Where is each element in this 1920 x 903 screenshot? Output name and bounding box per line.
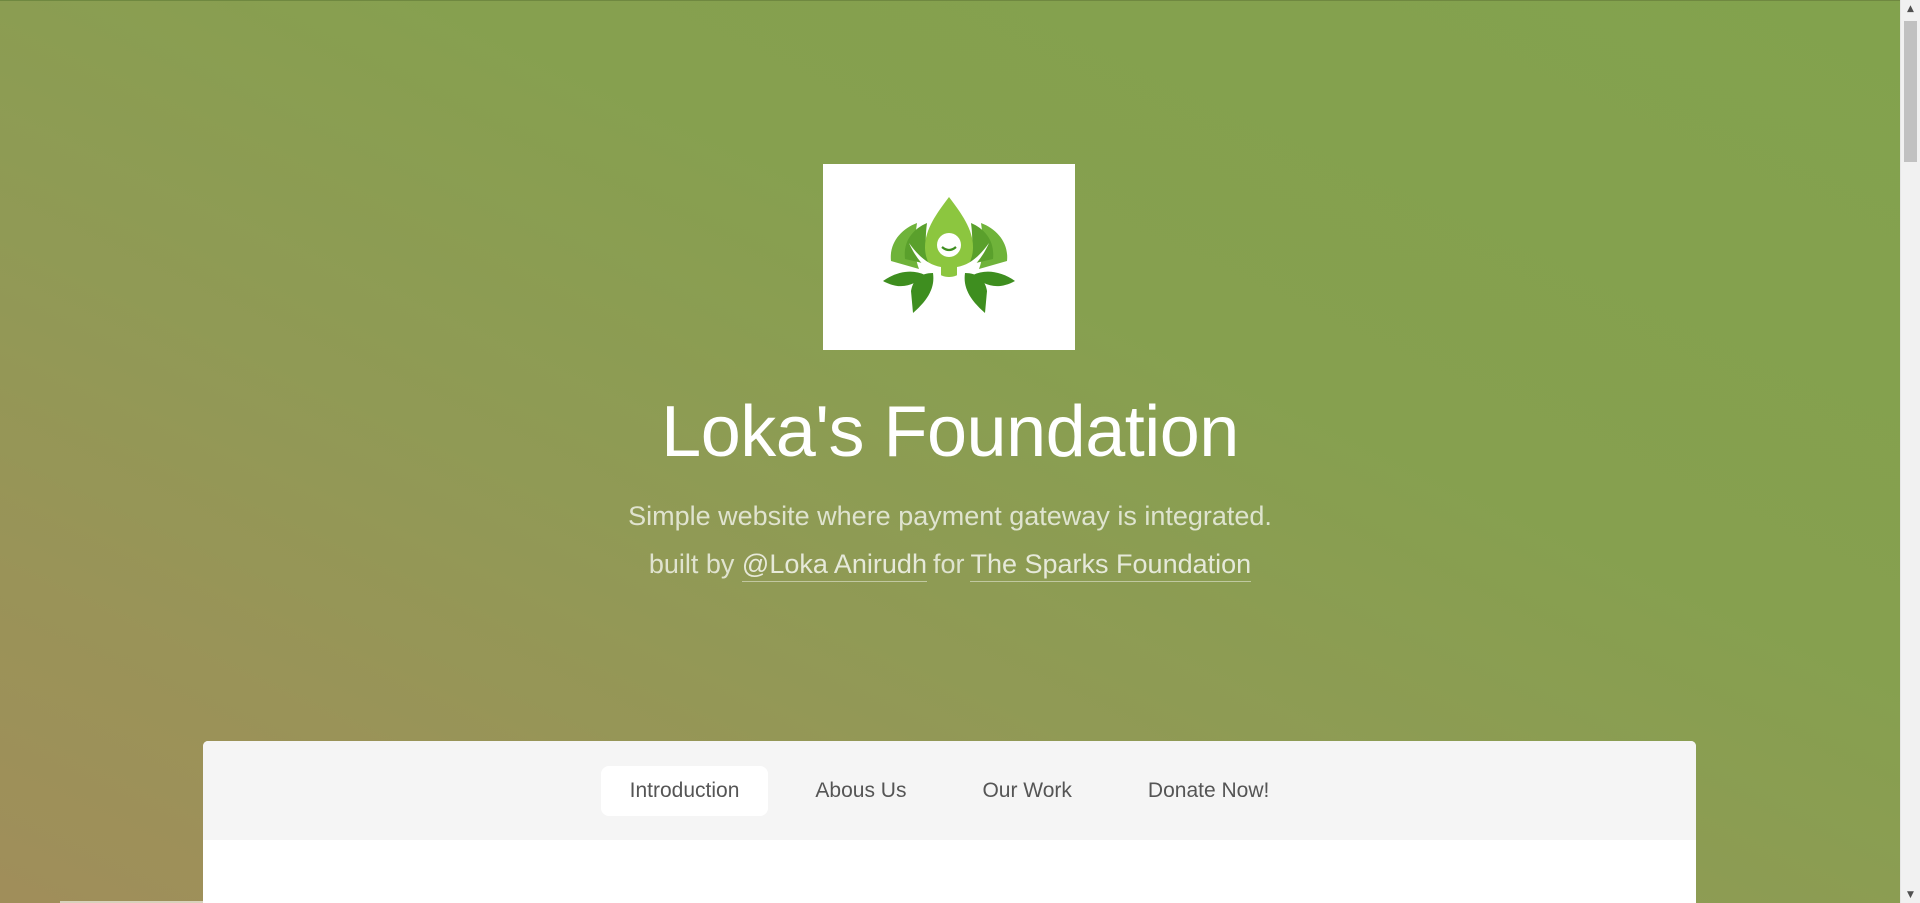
site-title: Loka's Foundation	[661, 392, 1239, 472]
lotus-logo-icon	[883, 197, 1015, 313]
tab-about-us[interactable]: Abous Us	[786, 766, 935, 816]
tab-introduction[interactable]: Introduction	[600, 765, 769, 816]
sparks-foundation-link[interactable]: The Sparks Foundation	[970, 549, 1252, 582]
vertical-scrollbar[interactable]: ▲ ▼	[1900, 0, 1920, 903]
page: Loka's Foundation Simple website where p…	[0, 0, 1900, 903]
site-logo	[823, 164, 1075, 350]
credits-line: built by @Loka Anirudh for The Sparks Foun…	[0, 546, 1900, 582]
credits-middle: for	[932, 549, 965, 579]
credits-prefix: built by	[648, 549, 735, 579]
content-panel: Introduction Abous Us Our Work Donate No…	[203, 741, 1696, 903]
scroll-up-icon[interactable]: ▲	[1901, 0, 1920, 17]
scrollbar-thumb[interactable]	[1904, 21, 1917, 162]
author-link[interactable]: @Loka Anirudh	[741, 549, 927, 582]
top-border	[0, 0, 1900, 1]
tab-our-work[interactable]: Our Work	[953, 766, 1100, 816]
scroll-down-icon[interactable]: ▼	[1901, 886, 1920, 903]
tab-navigation: Introduction Abous Us Our Work Donate No…	[203, 741, 1696, 840]
site-tagline: Simple website where payment gateway is …	[628, 501, 1272, 531]
tab-donate-now[interactable]: Donate Now!	[1119, 766, 1298, 816]
